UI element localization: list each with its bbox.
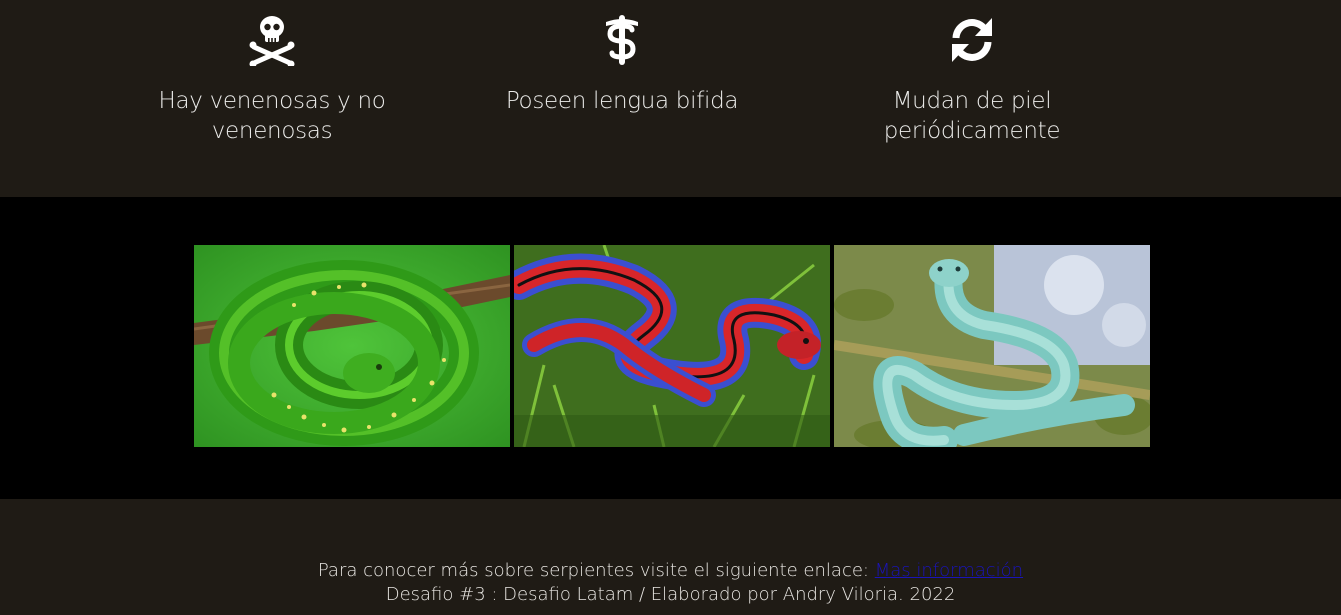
feature-shedding: Mudan de piel periódicamente [822, 14, 1122, 146]
green-tree-python-photo [194, 245, 510, 447]
snake-gallery [0, 197, 1341, 499]
feature-text: Hay venenosas y no venenosas [158, 88, 386, 144]
medical-staff-icon [598, 14, 646, 66]
feature-bifid-tongue: Poseen lengua bifida [472, 14, 772, 116]
feature-text: Poseen lengua bifida [505, 88, 739, 114]
more-info-intro: Para conocer más sobre serpientes visite… [317, 560, 875, 581]
skull-crossbones-icon [248, 14, 296, 68]
feature-text: Mudan de piel periódicamente [883, 88, 1061, 144]
footer: Para conocer más sobre serpientes visite… [0, 499, 1341, 615]
feature-venomous: Hay venenosas y no venenosas [122, 14, 422, 146]
more-info-line: Para conocer más sobre serpientes visite… [0, 559, 1341, 583]
blue-pit-viper-photo [834, 245, 1150, 447]
more-info-link[interactable]: Mas información [875, 560, 1023, 581]
features-section: Hay venenosas y no venenosas Poseen leng… [0, 0, 1341, 197]
red-blue-garter-snake-photo [514, 245, 830, 447]
refresh-icon [948, 14, 996, 66]
credit-line: Desafio #3 : Desafio Latam / Elaborado p… [385, 584, 956, 605]
